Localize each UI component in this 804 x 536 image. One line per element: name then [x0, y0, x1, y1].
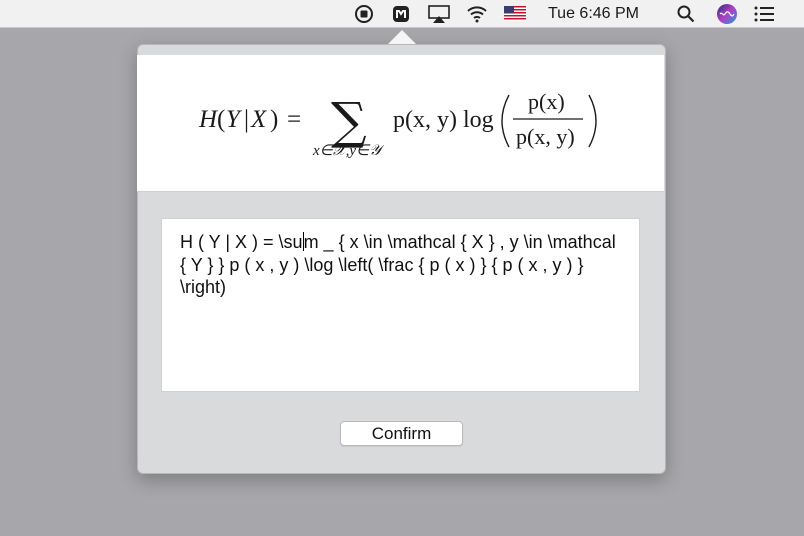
- formula-p-log-term: p(x, y) log: [393, 107, 494, 133]
- notification-center-icon[interactable]: [752, 0, 776, 27]
- latex-text-before-caret: H ( Y | X ) = \su: [180, 232, 303, 252]
- search-icon[interactable]: [674, 0, 698, 27]
- rendered-formula: H ( Y | X ) = ∑ x∈𝒳,y∈𝒴 p(x, y) log p(x)…: [198, 89, 597, 159]
- formula-big-right-paren: [588, 94, 597, 148]
- us-flag-icon[interactable]: [502, 0, 528, 27]
- formula-big-left-paren: [501, 94, 510, 148]
- mathpix-icon[interactable]: [390, 0, 412, 27]
- formula-lhs-open-paren: (: [217, 106, 225, 133]
- menu-clock[interactable]: Tue 6:46 PM: [548, 0, 639, 27]
- formula-numerator: p(x): [528, 89, 565, 114]
- airplay-icon[interactable]: [426, 0, 452, 27]
- siri-icon[interactable]: [714, 0, 740, 27]
- formula-sum-symbol: ∑: [331, 92, 367, 150]
- latex-editor[interactable]: H ( Y | X ) = \sum _ { x \in \mathcal { …: [161, 218, 640, 392]
- wifi-icon[interactable]: [464, 0, 490, 27]
- formula-lhs-close-paren: ): [270, 106, 278, 133]
- confirm-button[interactable]: Confirm: [340, 421, 463, 446]
- latex-editor-text[interactable]: H ( Y | X ) = \sum _ { x \in \mathcal { …: [180, 231, 625, 299]
- formula-sum-subscript: x∈𝒳,y∈𝒴: [312, 143, 385, 159]
- formula-X: X: [250, 106, 268, 133]
- popover-arrow: [388, 30, 416, 44]
- record-icon[interactable]: [352, 0, 376, 27]
- formula-denominator: p(x, y): [516, 124, 575, 149]
- menu-bar: Tue 6:46 PM: [0, 0, 804, 28]
- formula-Y: Y: [226, 106, 243, 133]
- formula-equals: =: [287, 106, 301, 133]
- formula-given-bar: |: [244, 106, 249, 133]
- formula-H: H: [198, 106, 219, 133]
- rendered-formula-panel: H ( Y | X ) = ∑ x∈𝒳,y∈𝒴 p(x, y) log p(x)…: [137, 55, 664, 192]
